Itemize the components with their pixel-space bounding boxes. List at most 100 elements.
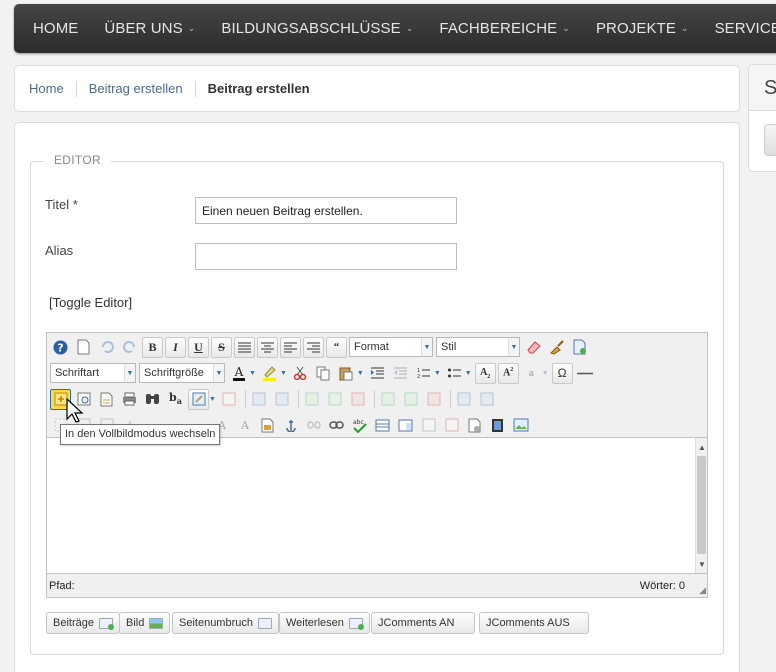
table-row-insert-icon[interactable] <box>302 389 323 410</box>
breadcrumb-beitrag-erstellen[interactable]: Beitrag erstellen <box>89 81 195 96</box>
insert-table-icon[interactable] <box>372 415 393 436</box>
blockquote-icon[interactable]: “ <box>326 336 347 358</box>
nav-item-ueber-uns[interactable]: ÜBER UNS ⌄ <box>91 20 208 37</box>
align-justify-icon[interactable] <box>234 336 255 358</box>
table-row-insert2-icon[interactable] <box>325 389 346 410</box>
nav-item-fachbereiche[interactable]: FACHBEREICHE ⌄ <box>426 20 583 37</box>
table-row-after-icon[interactable] <box>272 389 293 410</box>
scroll-up-icon[interactable]: ▲ <box>696 440 708 454</box>
bold-icon[interactable]: B <box>142 336 163 358</box>
table-cell-icon[interactable] <box>418 415 439 436</box>
spellcheck-icon[interactable]: abc <box>349 415 370 436</box>
table-merge-icon[interactable] <box>477 389 498 410</box>
toggle-editor-link[interactable]: [Toggle Editor] <box>49 295 132 310</box>
paste-icon[interactable] <box>336 363 357 384</box>
cleanup-icon[interactable] <box>546 337 567 358</box>
insert-time-icon[interactable]: A <box>234 415 255 436</box>
readmore-button[interactable]: Weiterlesen <box>279 612 370 634</box>
strikethrough-icon[interactable]: S <box>211 336 232 358</box>
link-icon[interactable] <box>326 415 347 436</box>
style-select[interactable]: Stil ▼ <box>436 337 520 357</box>
nav-item-service[interactable]: SERVICE <box>702 20 776 37</box>
chevron-down-icon[interactable]: ▼ <box>465 370 472 377</box>
toolbar-row-1: ? B I U S “ Format ▼ Stil ▼ <box>50 335 592 359</box>
insert-image-icon[interactable] <box>257 415 278 436</box>
table-col-after-icon[interactable] <box>401 389 422 410</box>
toolbar-separator <box>449 390 451 408</box>
chevron-down-icon[interactable]: ▼ <box>280 370 287 377</box>
jcomments-on-button[interactable]: JComments AN <box>371 612 475 634</box>
alias-input[interactable] <box>195 243 457 270</box>
underline-icon[interactable]: U <box>188 336 209 358</box>
replace-icon[interactable]: ba <box>165 389 186 410</box>
font-family-select[interactable]: Schriftart ▼ <box>50 363 136 383</box>
table-row-props-icon[interactable] <box>441 415 462 436</box>
table-row-delete-icon[interactable] <box>348 389 369 410</box>
svg-text:abc: abc <box>353 419 364 426</box>
omega-icon[interactable]: Ω <box>551 362 573 384</box>
redo-icon[interactable] <box>119 337 140 358</box>
table-row-before-icon[interactable] <box>249 389 270 410</box>
nav-item-projekte[interactable]: PROJEKTE ⌄ <box>583 20 702 37</box>
chevron-down-icon[interactable]: ▼ <box>249 370 256 377</box>
special-char-dropdown-icon[interactable]: a <box>521 363 542 384</box>
delete-table-icon[interactable] <box>219 389 240 410</box>
chevron-down-icon[interactable]: ▼ <box>209 396 216 403</box>
side-panel-button[interactable] <box>764 124 776 156</box>
pagebreak-button[interactable]: Seitenumbruch <box>172 612 279 634</box>
numbered-list-icon[interactable]: 12 <box>413 363 434 384</box>
editor-scrollbar[interactable]: ▲ ▼ <box>695 437 707 573</box>
table-col-before-icon[interactable] <box>378 389 399 410</box>
scrollbar-thumb[interactable] <box>697 456 706 554</box>
anchor-icon[interactable] <box>280 415 301 436</box>
edit-image-icon[interactable] <box>188 388 209 410</box>
jcomments-off-button[interactable]: JComments AUS <box>479 612 589 634</box>
chevron-down-icon[interactable]: ▼ <box>357 370 364 377</box>
highlight-color-icon[interactable] <box>259 363 280 384</box>
format-select[interactable]: Format ▼ <box>349 337 433 357</box>
font-family-select-value: Schriftart <box>55 367 100 379</box>
chevron-down-icon[interactable]: ▼ <box>542 370 549 377</box>
chevron-down-icon[interactable]: ▼ <box>434 370 441 377</box>
table-col-delete-icon[interactable] <box>424 389 445 410</box>
print-icon[interactable] <box>119 389 140 410</box>
nav-item-bildungsabschluesse[interactable]: BILDUNGSABSCHLÜSSE ⌄ <box>208 20 426 37</box>
text-color-icon[interactable]: A <box>228 363 249 384</box>
font-size-select[interactable]: Schriftgröße ▼ <box>139 363 225 383</box>
subscript-icon[interactable]: A2 <box>474 362 496 384</box>
indent-icon[interactable] <box>367 363 388 384</box>
superscript-icon[interactable]: A2 <box>497 362 519 384</box>
unlink-icon[interactable] <box>303 415 324 436</box>
editor-content-area[interactable] <box>47 437 695 573</box>
template-icon[interactable] <box>96 389 117 410</box>
align-left-icon[interactable] <box>280 336 301 358</box>
bullet-list-icon[interactable] <box>444 363 465 384</box>
title-input[interactable]: Einen neuen Beitrag erstellen. <box>195 197 457 224</box>
copy-icon[interactable] <box>313 363 334 384</box>
outdent-icon[interactable] <box>390 363 411 384</box>
align-center-icon[interactable] <box>257 336 278 358</box>
scroll-down-icon[interactable]: ▼ <box>696 557 708 571</box>
chevron-down-icon: ⌄ <box>405 23 414 33</box>
media-icon[interactable] <box>487 415 508 436</box>
insert-image-2-icon[interactable] <box>510 415 531 436</box>
new-document-icon[interactable] <box>73 337 94 358</box>
horizontal-rule-icon[interactable] <box>575 363 596 384</box>
nav-item-home[interactable]: HOME <box>20 20 91 37</box>
fieldset-legend: EDITOR <box>44 153 111 167</box>
insert-document-icon[interactable] <box>569 337 590 358</box>
articles-button[interactable]: Beiträge <box>46 612 120 634</box>
image-button[interactable]: Bild <box>119 612 171 634</box>
find-icon[interactable] <box>142 389 163 410</box>
align-right-icon[interactable] <box>303 336 324 358</box>
table-split-icon[interactable] <box>454 389 475 410</box>
table-props-icon[interactable] <box>395 415 416 436</box>
resize-grip-icon[interactable]: ◢ <box>699 585 706 596</box>
breadcrumb-home[interactable]: Home <box>29 81 76 96</box>
undo-icon[interactable] <box>96 337 117 358</box>
page-break-icon[interactable] <box>464 415 485 436</box>
help-icon[interactable]: ? <box>50 337 71 358</box>
cut-icon[interactable] <box>290 363 311 384</box>
eraser-icon[interactable] <box>523 337 544 358</box>
italic-icon[interactable]: I <box>165 336 186 358</box>
